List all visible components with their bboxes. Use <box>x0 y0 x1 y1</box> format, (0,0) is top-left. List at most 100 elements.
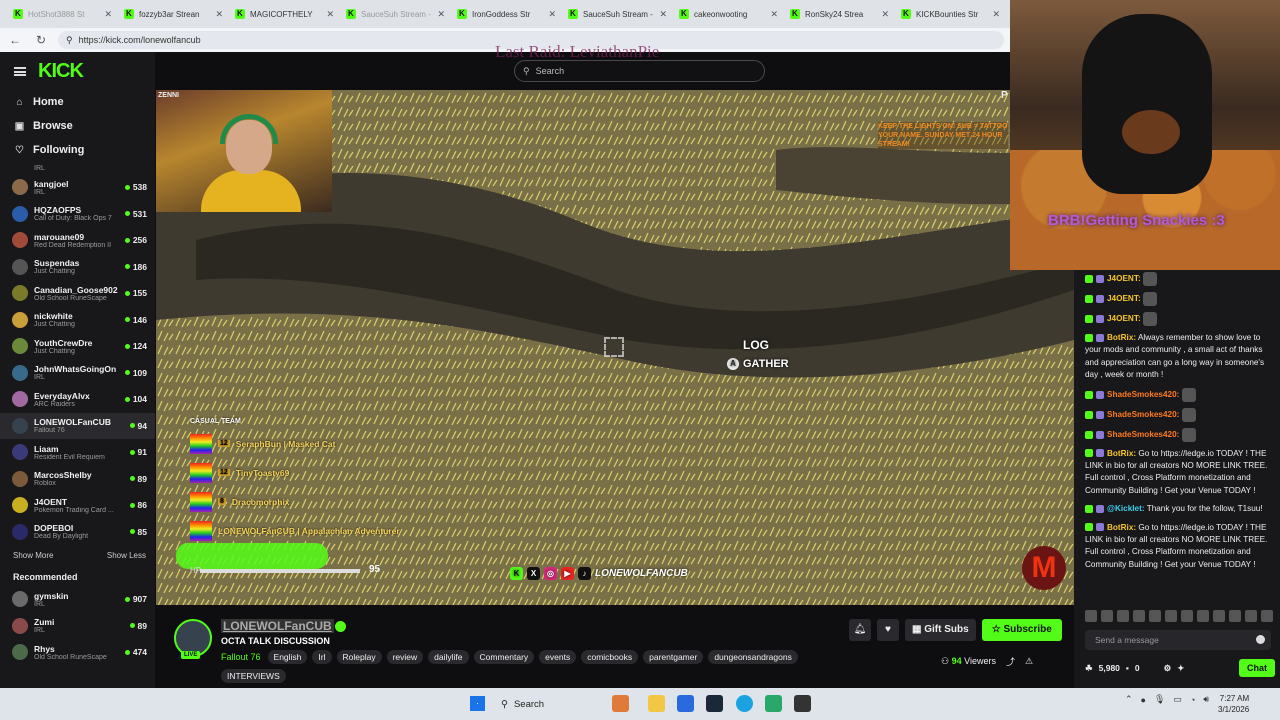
notification-bell-icon[interactable]: 🔔︎ <box>849 619 871 641</box>
sidebar-channel[interactable]: MarcosShelby Roblox 89 <box>0 466 155 493</box>
follow-heart-icon[interactable]: ♥ <box>877 619 899 641</box>
gift-subs-button[interactable]: ▦ Gift Subs <box>905 619 976 641</box>
sidebar-channel[interactable]: Canadian_Goose902 Old School RuneScape 155 <box>0 280 155 307</box>
tag-chip[interactable]: parentgamer <box>643 650 704 664</box>
sidebar-channel[interactable]: nickwhite Just Chatting 146 <box>0 307 155 334</box>
tag-chip[interactable]: Roleplay <box>336 650 382 664</box>
store-icon[interactable] <box>677 695 694 712</box>
tag-chip[interactable]: dungeonsandragons <box>708 650 798 664</box>
show-more-button[interactable]: Show More <box>13 551 53 560</box>
close-tab-icon[interactable]: ✕ <box>326 9 334 20</box>
chat-username[interactable]: @Kicklet: <box>1107 504 1145 513</box>
tag-chip[interactable]: INTERVIEWS <box>221 669 286 683</box>
browser-tab[interactable]: RonSky24 Strea ✕ <box>785 2 894 26</box>
mic-icon[interactable]: 🎙︎ <box>1154 694 1165 705</box>
chat-username[interactable]: J4OENT: <box>1107 274 1141 283</box>
sidebar-channel[interactable]: kangjoel IRL 538 <box>0 174 155 201</box>
settings-icon[interactable]: ⚙ <box>1164 663 1172 674</box>
chat-username[interactable]: BotRix: <box>1107 333 1136 342</box>
subscribe-button[interactable]: ☆ Subscribe <box>981 619 1062 641</box>
terminal-icon[interactable] <box>794 695 811 712</box>
edge-browser-icon[interactable] <box>736 695 753 712</box>
reload-icon[interactable]: ↻ <box>32 33 50 47</box>
browser-tab[interactable]: MAGICOFTHELY ✕ <box>230 2 339 26</box>
browser-tab[interactable]: SauceSuh Stream - W ✕ <box>563 2 672 26</box>
emote-icon[interactable] <box>1261 610 1273 622</box>
back-icon[interactable]: ← <box>6 33 24 47</box>
browser-tab[interactable]: SauceSuh Stream - ✕ <box>341 2 450 26</box>
record-icon[interactable]: ● <box>1141 695 1146 705</box>
emote-icon[interactable] <box>1117 610 1129 622</box>
widgets-icon[interactable] <box>612 695 629 712</box>
sidebar-channel[interactable]: Zumi IRL 89 <box>0 613 155 640</box>
emote-icon[interactable] <box>1245 610 1257 622</box>
tag-chip[interactable]: Irl <box>312 650 332 664</box>
sidebar-channel[interactable]: HQZAOFPS Call of Duty: Black Ops 7 531 <box>0 201 155 228</box>
close-tab-icon[interactable]: ✕ <box>992 9 1000 20</box>
notepad-icon[interactable] <box>765 695 782 712</box>
sidebar-channel[interactable]: Suspendas Just Chatting 186 <box>0 254 155 281</box>
emote-icon[interactable] <box>1149 610 1161 622</box>
file-explorer-icon[interactable] <box>648 695 665 712</box>
display-icon[interactable]: ▭ <box>1173 694 1182 705</box>
badge-icon[interactable]: ✦ <box>1177 663 1184 674</box>
emote-icon[interactable] <box>1165 610 1177 622</box>
taskbar-search[interactable]: ⚲ Search <box>495 693 595 715</box>
category-link[interactable]: Fallout 76 <box>221 652 261 662</box>
tag-chip[interactable]: dailylife <box>428 650 469 664</box>
kick-logo[interactable]: KICK <box>38 60 84 83</box>
sidebar-nav-browse[interactable]: ▣ Browse <box>0 114 155 138</box>
site-info-icon[interactable]: ⚲ <box>66 35 73 46</box>
close-tab-icon[interactable]: ✕ <box>437 9 445 20</box>
emote-icon[interactable] <box>1213 610 1225 622</box>
chat-username[interactable]: J4OENT: <box>1107 294 1141 303</box>
chat-username[interactable]: ShadeSmokes420: <box>1107 390 1179 399</box>
emote-icon[interactable] <box>1197 610 1209 622</box>
sidebar-channel[interactable]: J4OENT Pokemon Trading Card ... 86 <box>0 492 155 519</box>
sidebar-nav-home[interactable]: ⌂ Home <box>0 90 155 114</box>
taskbar-clock[interactable]: 7:27 AM 3/1/2026 <box>1218 693 1249 715</box>
sidebar-channel[interactable]: YouthCrewDre Just Chatting 124 <box>0 333 155 360</box>
emote-icon[interactable] <box>1133 610 1145 622</box>
close-tab-icon[interactable]: ✕ <box>215 9 223 20</box>
tag-chip[interactable]: review <box>386 650 424 664</box>
browser-tab[interactable]: IronGoddess Str ✕ <box>452 2 561 26</box>
video-player[interactable]: ZENNI Keep the lights on! Sub = Tattoo y… <box>156 90 1074 605</box>
sidebar-channel[interactable]: Liaam Resident Evil Requiem 91 <box>0 439 155 466</box>
close-tab-icon[interactable]: ✕ <box>548 9 556 20</box>
chat-send-button[interactable]: Chat <box>1239 659 1275 677</box>
emote-icon[interactable] <box>1101 610 1113 622</box>
tag-chip[interactable]: events <box>539 650 577 664</box>
windows-start-icon[interactable] <box>470 696 485 711</box>
sidebar-nav-following[interactable]: ♡ Following <box>0 138 155 162</box>
emote-icon[interactable] <box>1085 610 1097 622</box>
streamer-name[interactable]: LONEWOLFanCUB <box>221 619 334 633</box>
chat-username[interactable]: BotRix: <box>1107 523 1136 532</box>
close-tab-icon[interactable]: ✕ <box>770 9 778 20</box>
chat-username[interactable]: ShadeSmokes420: <box>1107 410 1179 419</box>
emoji-picker-icon[interactable] <box>1256 635 1265 644</box>
emote-icon[interactable] <box>1229 610 1241 622</box>
tag-chip[interactable]: comicbooks <box>581 650 639 664</box>
sidebar-channel[interactable]: DOPEBOI Dead By Daylight 85 <box>0 519 155 546</box>
emote-icon[interactable] <box>1181 610 1193 622</box>
network-icon[interactable]: ◔ <box>1190 695 1195 705</box>
chevron-up-icon[interactable]: ⌃ <box>1125 694 1133 705</box>
sidebar-channel[interactable]: JohnWhatsGoingOn IRL 109 <box>0 360 155 387</box>
chat-username[interactable]: ShadeSmokes420: <box>1107 430 1179 439</box>
chat-username[interactable]: J4OENT: <box>1107 314 1141 323</box>
report-icon[interactable]: ⚠ <box>1025 656 1033 667</box>
sidebar-channel[interactable]: EverydayAlvx ARC Raiders 104 <box>0 386 155 413</box>
browser-tab[interactable]: KICKBounties Str ✕ <box>896 2 1005 26</box>
steam-icon[interactable] <box>706 695 723 712</box>
tag-chip[interactable]: Commentary <box>473 650 535 664</box>
sidebar-channel[interactable]: gymskin IRL 907 <box>0 586 155 613</box>
search-input[interactable]: ⚲ Search <box>514 60 765 82</box>
tag-chip[interactable]: English <box>267 650 308 664</box>
volume-icon[interactable]: 🔊︎ <box>1203 694 1209 705</box>
sidebar-channel[interactable]: marouane09 Red Dead Redemption II 256 <box>0 227 155 254</box>
close-tab-icon[interactable]: ✕ <box>881 9 889 20</box>
browser-tab[interactable]: fozzyb3ar Strean ✕ <box>119 2 228 26</box>
close-tab-icon[interactable]: ✕ <box>104 9 112 20</box>
browser-tab[interactable]: cakeonwooting ✕ <box>674 2 783 26</box>
